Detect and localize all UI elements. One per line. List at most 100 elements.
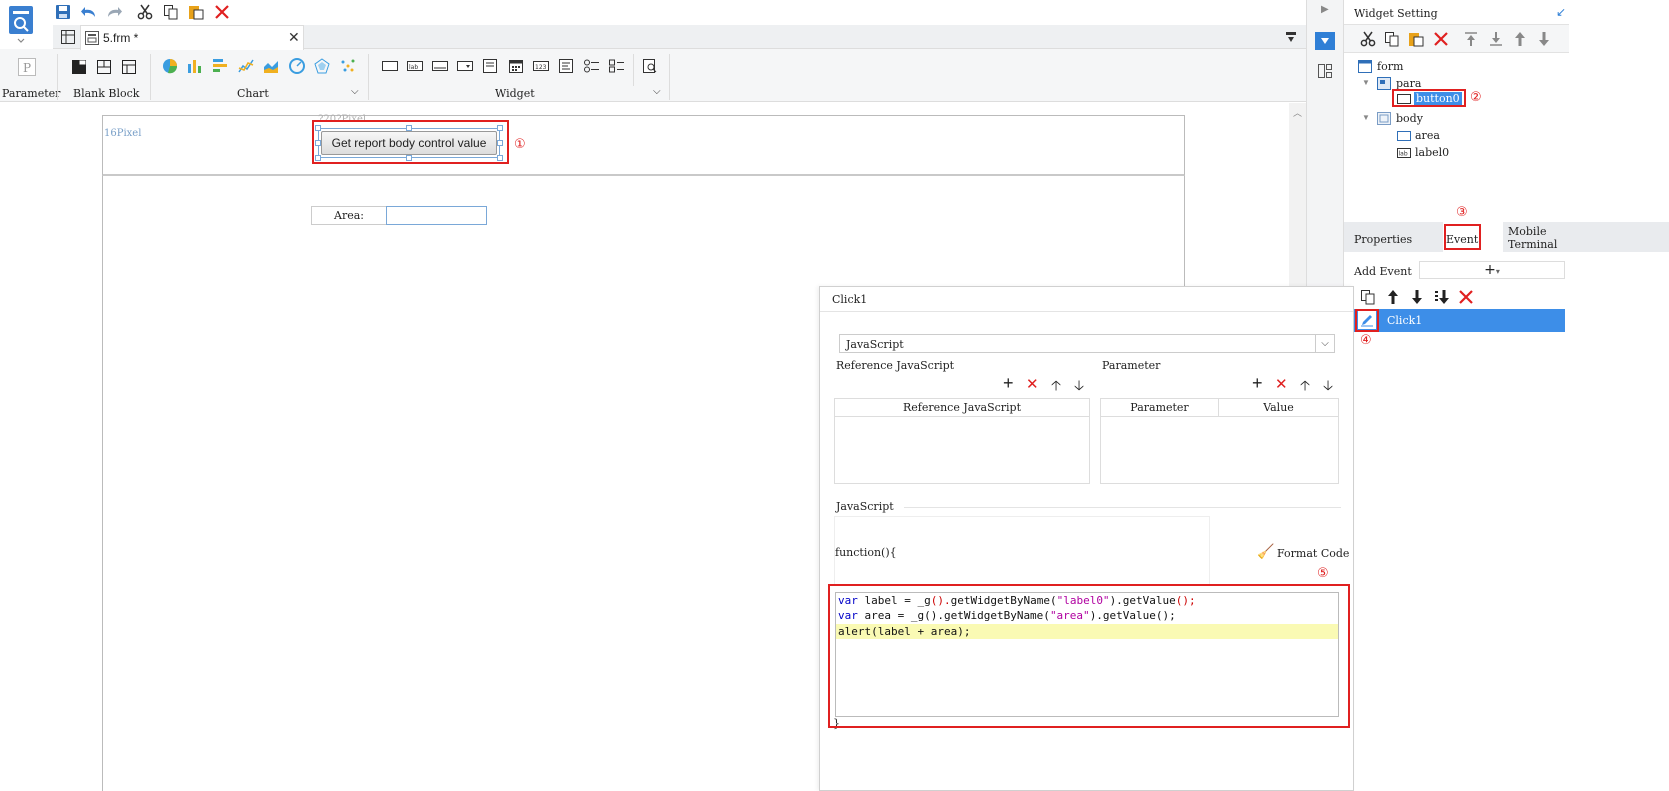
dialog-titlebar[interactable] bbox=[820, 287, 1353, 312]
move-top-icon[interactable] bbox=[1460, 28, 1482, 50]
annotation-box-5 bbox=[828, 584, 1350, 728]
chevron-down-icon: ⌵ bbox=[1315, 335, 1334, 352]
add-event-label: Add Event bbox=[1354, 265, 1412, 278]
ref-move-down-icon[interactable]: 🡣 bbox=[1074, 375, 1084, 399]
tree-node-body[interactable]: body bbox=[1396, 112, 1423, 125]
copy-icon[interactable] bbox=[160, 1, 182, 23]
redo-icon[interactable] bbox=[103, 1, 125, 23]
number-widget-icon[interactable]: 123 bbox=[531, 56, 551, 76]
line-chart-icon[interactable] bbox=[236, 56, 256, 76]
scatter-chart-icon[interactable] bbox=[338, 56, 358, 76]
scroll-up-icon[interactable]: ︿ bbox=[1293, 106, 1302, 119]
value-header: Value bbox=[1219, 399, 1338, 417]
ref-add-icon[interactable]: + bbox=[1003, 373, 1014, 394]
format-code-button[interactable]: Format Code bbox=[1277, 547, 1349, 560]
event-list-item-label: Click1 bbox=[1387, 314, 1423, 327]
panel-pin-icon[interactable]: ↙ bbox=[1556, 5, 1566, 19]
tree-delete-icon[interactable] bbox=[1430, 28, 1452, 50]
annotation-box-4 bbox=[1355, 309, 1379, 332]
textfield-widget-icon[interactable] bbox=[430, 56, 450, 76]
area-chart-icon[interactable] bbox=[261, 56, 281, 76]
blank-block-split-icon[interactable] bbox=[94, 57, 114, 77]
delete-icon[interactable] bbox=[211, 1, 233, 23]
tree-expand-icon[interactable]: ▼ bbox=[1362, 113, 1370, 122]
tree-node-area[interactable]: area bbox=[1415, 129, 1440, 142]
param-delete-icon[interactable]: ✕ bbox=[1275, 375, 1288, 393]
area-input[interactable] bbox=[386, 206, 487, 225]
blank-block-tab-icon[interactable] bbox=[119, 57, 139, 77]
broom-icon[interactable]: 🧹 bbox=[1257, 544, 1274, 560]
collapse-right-icon[interactable]: ▶ bbox=[1321, 4, 1329, 15]
event-list-item[interactable] bbox=[1354, 309, 1565, 332]
tree-paste-icon[interactable] bbox=[1405, 28, 1427, 50]
tree-expand-icon[interactable]: ▼ bbox=[1362, 78, 1370, 87]
annotation-box-2 bbox=[1392, 89, 1466, 107]
tree-cut-icon[interactable] bbox=[1357, 28, 1379, 50]
close-tab-icon[interactable]: ✕ bbox=[288, 29, 300, 46]
combobox-widget-icon[interactable] bbox=[455, 56, 475, 76]
column-chart-icon[interactable] bbox=[185, 56, 205, 76]
tree-copy-icon[interactable] bbox=[1381, 28, 1403, 50]
file-tab-label: 5.frm * bbox=[103, 31, 139, 45]
move-bottom-icon[interactable] bbox=[1485, 28, 1507, 50]
widget-setting-panel-icon[interactable] bbox=[1315, 32, 1335, 50]
paste-icon[interactable] bbox=[185, 1, 207, 23]
move-down-icon[interactable] bbox=[1533, 28, 1555, 50]
app-logo-icon[interactable] bbox=[6, 4, 36, 44]
param-move-up-icon[interactable]: 🡡 bbox=[1300, 375, 1310, 399]
separator bbox=[633, 54, 634, 86]
event-copy-icon[interactable] bbox=[1357, 286, 1379, 308]
parameter-icon[interactable]: P bbox=[16, 56, 38, 78]
blank-block-absolute-icon[interactable] bbox=[69, 57, 89, 77]
value-col-label: Value bbox=[1263, 401, 1294, 414]
file-tab[interactable]: 5.frm * ✕ bbox=[80, 25, 304, 50]
textarea-widget-icon[interactable] bbox=[480, 56, 500, 76]
event-sort-icon[interactable] bbox=[1431, 286, 1453, 308]
label-widget-icon[interactable]: lab bbox=[405, 56, 425, 76]
radar-chart-icon[interactable] bbox=[312, 56, 332, 76]
undo-icon[interactable] bbox=[78, 1, 100, 23]
component-library-icon[interactable] bbox=[1315, 62, 1335, 80]
bar-chart-icon[interactable] bbox=[210, 56, 230, 76]
param-header: Parameter bbox=[1101, 399, 1219, 417]
tree-node-form[interactable]: form bbox=[1377, 60, 1403, 73]
move-up-icon[interactable] bbox=[1509, 28, 1531, 50]
cut-icon[interactable] bbox=[134, 1, 156, 23]
ref-move-up-icon[interactable]: 🡡 bbox=[1051, 375, 1061, 399]
annotation-marker-2: ② bbox=[1470, 90, 1482, 105]
radio-group-widget-icon[interactable] bbox=[582, 56, 602, 76]
tree-node-label0[interactable]: label0 bbox=[1415, 146, 1449, 159]
para-node-icon bbox=[1376, 75, 1392, 91]
widget-group-expand-icon[interactable]: ⌵ bbox=[653, 86, 661, 97]
body-node-icon bbox=[1376, 110, 1392, 126]
list-widget-icon[interactable] bbox=[556, 56, 576, 76]
add-event-dropdown[interactable]: +▾ bbox=[1419, 261, 1565, 279]
grid-view-icon[interactable] bbox=[58, 27, 78, 47]
ribbon-collapse-icon[interactable] bbox=[1283, 29, 1299, 45]
annotation-marker-3: ③ bbox=[1456, 205, 1468, 220]
param-add-icon[interactable]: + bbox=[1252, 373, 1263, 394]
date-widget-icon[interactable] bbox=[506, 56, 526, 76]
event-move-up-icon[interactable] bbox=[1382, 286, 1404, 308]
svg-text:P: P bbox=[23, 61, 31, 75]
pie-chart-icon[interactable] bbox=[160, 56, 180, 76]
para-block[interactable] bbox=[102, 115, 1185, 176]
save-icon[interactable] bbox=[52, 1, 74, 23]
tab-mobile-terminal[interactable]: Mobile Terminal bbox=[1508, 225, 1557, 251]
event-delete-icon[interactable] bbox=[1455, 286, 1477, 308]
chart-group-label: Chart bbox=[237, 87, 269, 100]
dialog-title: Click1 bbox=[832, 293, 868, 306]
gauge-chart-icon[interactable] bbox=[287, 56, 307, 76]
checkbox-group-widget-icon[interactable] bbox=[607, 56, 627, 76]
chart-group-expand-icon[interactable]: ⌵ bbox=[351, 86, 359, 97]
search-widget-icon[interactable] bbox=[640, 56, 660, 76]
add-icon: + bbox=[1484, 262, 1496, 278]
param-move-down-icon[interactable]: 🡣 bbox=[1323, 375, 1333, 399]
annotation-box-1 bbox=[312, 120, 509, 164]
param-section-label: Parameter bbox=[1102, 359, 1161, 372]
event-move-down-icon[interactable] bbox=[1406, 286, 1428, 308]
script-type-select[interactable]: JavaScript ⌵ bbox=[839, 334, 1335, 353]
tab-properties[interactable]: Properties bbox=[1354, 233, 1412, 246]
button-widget-icon[interactable] bbox=[380, 56, 400, 76]
ref-delete-icon[interactable]: ✕ bbox=[1026, 375, 1039, 393]
